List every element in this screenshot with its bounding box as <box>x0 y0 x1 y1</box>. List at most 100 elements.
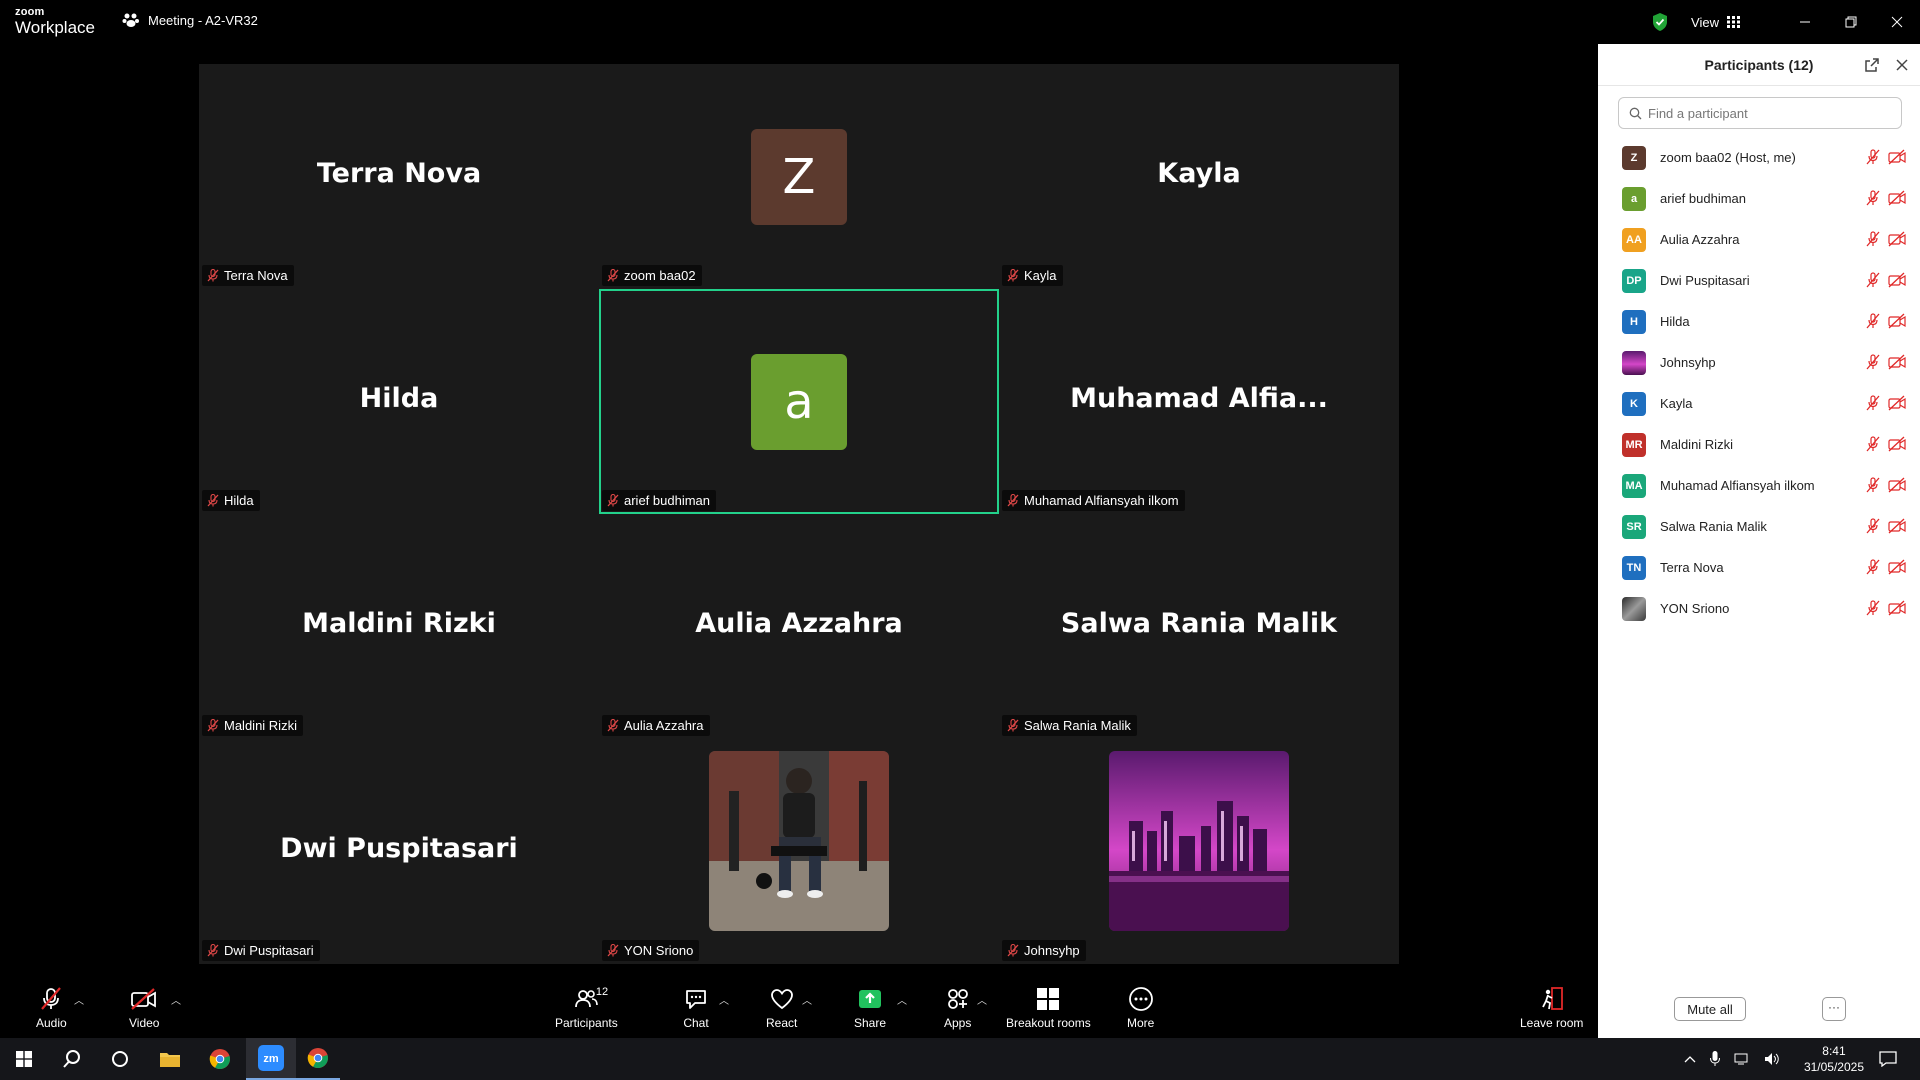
muted-mic-icon[interactable] <box>1866 272 1880 288</box>
clock-date: 31/05/2025 <box>1803 1060 1864 1074</box>
video-off-icon[interactable] <box>1888 600 1906 616</box>
participant-row[interactable]: SR Salwa Rania Malik <box>1598 506 1920 547</box>
apps-button[interactable]: Apps <box>944 986 971 1030</box>
file-explorer-button[interactable] <box>148 1038 192 1080</box>
participant-row[interactable]: YON Sriono <box>1598 588 1920 629</box>
chrome-button[interactable] <box>198 1038 242 1080</box>
chat-button[interactable]: Chat <box>683 986 709 1030</box>
more-button[interactable]: More <box>1127 986 1154 1030</box>
close-panel-icon[interactable] <box>1894 57 1910 73</box>
participant-row[interactable]: MA Muhamad Alfiansyah ilkom <box>1598 465 1920 506</box>
muted-mic-icon[interactable] <box>1866 436 1880 452</box>
video-off-icon[interactable] <box>1888 559 1906 575</box>
video-tile[interactable]: Aulia Azzahra Aulia Azzahra <box>599 514 999 739</box>
muted-mic-icon[interactable] <box>1866 518 1880 534</box>
zoom-taskbar-button[interactable]: zm <box>246 1038 296 1080</box>
muted-mic-icon[interactable] <box>1866 231 1880 247</box>
notifications-button[interactable] <box>1866 1038 1910 1080</box>
muted-mic-icon[interactable] <box>1866 313 1880 329</box>
participant-row[interactable]: Johnsyhp <box>1598 342 1920 383</box>
tile-avatar: a <box>751 354 847 450</box>
muted-mic-icon[interactable] <box>1866 149 1880 165</box>
breakout-rooms-button[interactable]: Breakout rooms <box>1006 986 1091 1030</box>
taskbar-search-button[interactable] <box>50 1038 94 1080</box>
participant-row[interactable]: MR Maldini Rizki <box>1598 424 1920 465</box>
mute-all-button[interactable]: Mute all <box>1674 997 1746 1021</box>
breakout-rooms-icon <box>1037 988 1060 1010</box>
participant-avatar: SR <box>1622 514 1646 539</box>
video-off-icon[interactable] <box>1888 149 1906 165</box>
more-label: More <box>1127 1016 1155 1030</box>
video-off-icon[interactable] <box>1888 477 1906 493</box>
volume-icon[interactable] <box>1764 1052 1780 1066</box>
clock[interactable]: 8:41 31/05/2025 <box>1804 1043 1864 1075</box>
restore-button[interactable] <box>1828 0 1874 44</box>
minimize-button[interactable] <box>1782 0 1828 44</box>
pop-out-icon[interactable] <box>1864 57 1880 73</box>
tile-name-text: Terra Nova <box>224 268 288 283</box>
chrome-window-button[interactable] <box>296 1038 340 1080</box>
participant-row[interactable]: TN Terra Nova <box>1598 547 1920 588</box>
video-tile[interactable]: Salwa Rania Malik Salwa Rania Malik <box>999 514 1399 739</box>
minimize-icon <box>1800 21 1810 23</box>
video-tile[interactable]: Kayla Kayla <box>999 64 1399 289</box>
video-off-icon[interactable] <box>1888 231 1906 247</box>
search-icon <box>63 1050 80 1068</box>
participant-row[interactable]: a arief budhiman <box>1598 178 1920 219</box>
search-input[interactable] <box>1648 105 1888 121</box>
video-tile[interactable]: Dwi Puspitasari Dwi Puspitasari <box>199 739 599 964</box>
participants-button[interactable]: Participants <box>555 986 618 1030</box>
video-off-icon[interactable] <box>1888 518 1906 534</box>
participant-avatar: MA <box>1622 473 1646 498</box>
video-tile[interactable]: a arief budhiman <box>599 289 999 514</box>
participant-avatar-photo <box>1622 596 1646 621</box>
caret-up-icon: ︿ <box>977 996 987 1007</box>
muted-mic-icon[interactable] <box>1866 190 1880 206</box>
windows-taskbar: zm 8:41 31/05/2025 <box>0 1038 1920 1080</box>
network-icon[interactable] <box>1734 1052 1750 1066</box>
video-tile[interactable]: Zzoom baa02 <box>599 64 999 289</box>
video-button[interactable]: Video <box>129 986 159 1030</box>
encryption-shield-icon[interactable] <box>1651 12 1669 32</box>
muted-mic-icon[interactable] <box>1866 354 1880 370</box>
microphone-icon[interactable] <box>1709 1051 1720 1067</box>
video-off-icon[interactable] <box>1888 313 1906 329</box>
leave-room-button[interactable]: Leave room <box>1520 986 1583 1030</box>
video-tile[interactable]: Terra Nova Terra Nova <box>199 64 599 289</box>
participant-row[interactable]: K Kayla <box>1598 383 1920 424</box>
tile-name-label: Dwi Puspitasari <box>202 940 320 961</box>
cortana-button[interactable] <box>98 1038 142 1080</box>
participant-avatar-photo <box>1622 350 1646 375</box>
share-button[interactable]: Share <box>854 986 886 1030</box>
video-tile[interactable]: Johnsyhp <box>999 739 1399 964</box>
video-off-icon[interactable] <box>1888 436 1906 452</box>
muted-mic-icon[interactable] <box>1866 477 1880 493</box>
view-button[interactable]: View <box>1691 15 1740 30</box>
video-off-icon[interactable] <box>1888 272 1906 288</box>
start-button[interactable] <box>2 1038 46 1080</box>
video-off-icon[interactable] <box>1888 354 1906 370</box>
participant-name: Aulia Azzahra <box>1660 232 1740 247</box>
video-tile[interactable]: YON Sriono <box>599 739 999 964</box>
participant-row[interactable]: DP Dwi Puspitasari <box>1598 260 1920 301</box>
chevron-up-icon[interactable] <box>1684 1055 1696 1063</box>
tile-display-name: Maldini Rizki <box>302 608 496 639</box>
video-tile[interactable]: Muhamad Alfia... Muhamad Alfiansyah ilkom <box>999 289 1399 514</box>
react-button[interactable]: React <box>766 986 797 1030</box>
close-window-button[interactable] <box>1874 0 1920 44</box>
tile-name-label: zoom baa02 <box>602 265 702 286</box>
audio-button[interactable]: Audio <box>36 986 67 1030</box>
panel-more-button[interactable]: ··· <box>1822 997 1846 1021</box>
participant-row[interactable]: H Hilda <box>1598 301 1920 342</box>
participant-row[interactable]: AA Aulia Azzahra <box>1598 219 1920 260</box>
participant-search[interactable] <box>1618 97 1902 129</box>
video-tile[interactable]: Hilda Hilda <box>199 289 599 514</box>
muted-mic-icon <box>607 494 619 507</box>
muted-mic-icon[interactable] <box>1866 600 1880 616</box>
participant-row[interactable]: Zzoom baa02 (Host, me) <box>1598 137 1920 178</box>
muted-mic-icon[interactable] <box>1866 559 1880 575</box>
video-off-icon[interactable] <box>1888 395 1906 411</box>
muted-mic-icon[interactable] <box>1866 395 1880 411</box>
video-tile[interactable]: Maldini Rizki Maldini Rizki <box>199 514 599 739</box>
video-off-icon[interactable] <box>1888 190 1906 206</box>
